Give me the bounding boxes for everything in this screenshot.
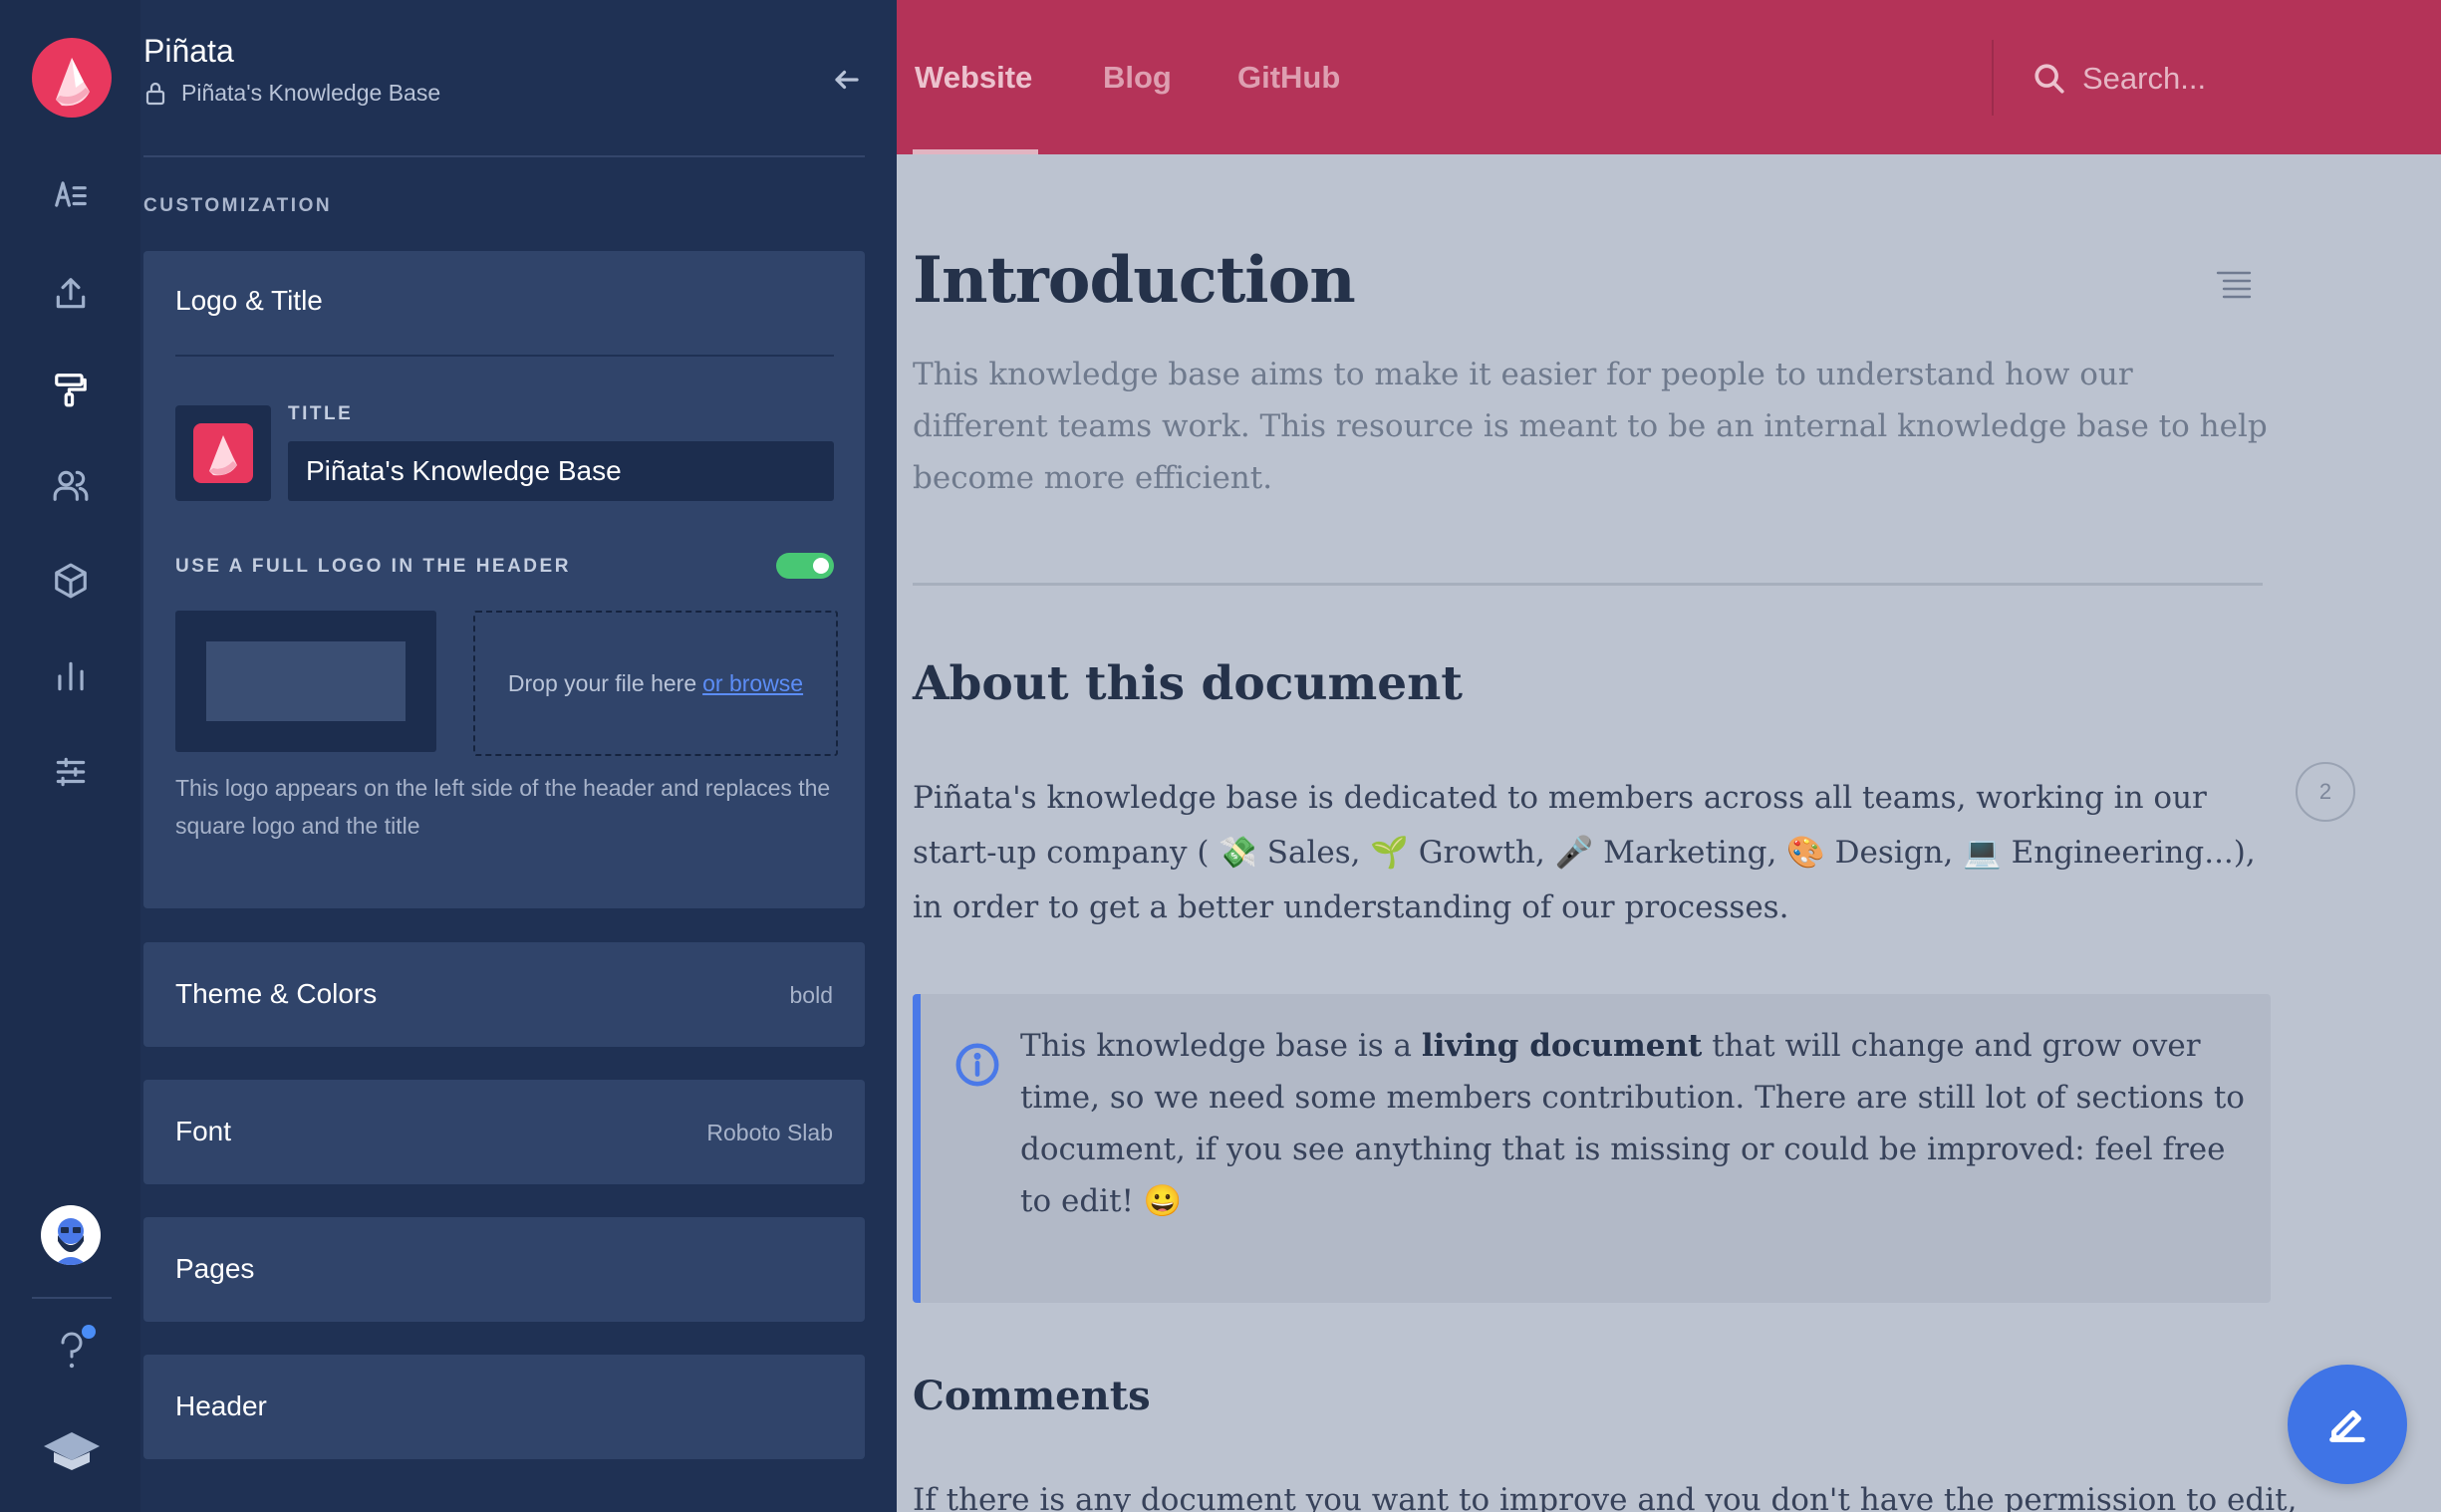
font-value: Roboto Slab bbox=[706, 1120, 833, 1145]
tab-blog[interactable]: Blog bbox=[1103, 60, 1172, 96]
active-tab-indicator bbox=[913, 149, 1038, 154]
table-of-contents-icon[interactable] bbox=[2216, 269, 2252, 299]
analytics-icon[interactable] bbox=[38, 643, 104, 709]
callout-bold: living document bbox=[1421, 1028, 1703, 1064]
info-callout: This knowledge base is a living document… bbox=[913, 994, 2271, 1303]
site-header: Website Blog GitHub bbox=[897, 0, 2441, 154]
full-logo-preview bbox=[175, 611, 436, 752]
search-input[interactable] bbox=[2082, 56, 2421, 102]
title-input[interactable] bbox=[288, 441, 834, 501]
theme-colors-card[interactable]: Theme & Colors bold bbox=[143, 942, 865, 1047]
space-name-row: Piñata's Knowledge Base bbox=[143, 80, 440, 107]
tab-website[interactable]: Website bbox=[915, 60, 1032, 96]
card-title-header: Header bbox=[175, 1390, 267, 1421]
section-label: CUSTOMIZATION bbox=[143, 195, 333, 216]
comments-paragraph: If there is any document you want to imp… bbox=[913, 1482, 2298, 1512]
content-icon[interactable] bbox=[38, 161, 104, 227]
notification-dot bbox=[82, 1325, 96, 1339]
space-logo[interactable] bbox=[32, 38, 112, 118]
browse-link[interactable]: or browse bbox=[702, 670, 803, 697]
logo-title-card: Logo & Title TITLE USE A FULL LOGO IN TH… bbox=[143, 251, 865, 908]
page-title: Introduction bbox=[913, 243, 1356, 318]
comment-count-badge[interactable]: 2 bbox=[2296, 762, 2355, 822]
integrations-icon[interactable] bbox=[38, 548, 104, 614]
search-icon[interactable] bbox=[2033, 62, 2066, 96]
app-name: Piñata bbox=[143, 33, 234, 69]
site-preview: Website Blog GitHub Introduction This kn… bbox=[897, 0, 2441, 1512]
section-heading-about: About this document bbox=[913, 656, 1463, 711]
panel-divider bbox=[143, 155, 865, 157]
pencil-icon bbox=[2329, 1410, 2365, 1442]
about-paragraph: Piñata's knowledge base is dedicated to … bbox=[913, 780, 2256, 925]
info-icon bbox=[954, 1042, 1000, 1088]
members-icon[interactable] bbox=[38, 452, 104, 518]
help-icon[interactable] bbox=[50, 1325, 96, 1375]
font-card[interactable]: Font Roboto Slab bbox=[143, 1080, 865, 1184]
avatar[interactable] bbox=[41, 1205, 101, 1265]
title-field-label: TITLE bbox=[288, 403, 354, 424]
header-divider bbox=[1992, 40, 1994, 116]
lock-icon bbox=[145, 82, 165, 105]
full-logo-label: USE A FULL LOGO IN THE HEADER bbox=[175, 556, 571, 577]
header-card[interactable]: Header bbox=[143, 1355, 865, 1459]
back-arrow-icon[interactable] bbox=[825, 60, 869, 100]
callout-text-start: This knowledge base is a bbox=[1020, 1028, 1422, 1064]
tab-github[interactable]: GitHub bbox=[1237, 60, 1340, 96]
customize-icon[interactable] bbox=[38, 357, 104, 422]
rail-divider bbox=[32, 1297, 112, 1299]
full-logo-toggle[interactable] bbox=[776, 553, 834, 579]
logo-help-text: This logo appears on the left side of th… bbox=[175, 775, 831, 839]
card-title-theme: Theme & Colors bbox=[175, 978, 378, 1009]
page-description: This knowledge base aims to make it easi… bbox=[913, 357, 2268, 496]
toggle-knob bbox=[813, 558, 829, 574]
theme-value: bold bbox=[789, 982, 833, 1008]
pinata-logo-icon bbox=[193, 423, 253, 483]
logo-placeholder bbox=[206, 641, 406, 721]
card-title-font: Font bbox=[175, 1116, 232, 1146]
square-logo-upload[interactable] bbox=[175, 405, 271, 501]
card-divider bbox=[175, 355, 834, 357]
space-name: Piñata's Knowledge Base bbox=[181, 80, 441, 106]
pages-card[interactable]: Pages bbox=[143, 1217, 865, 1322]
content-divider bbox=[913, 583, 2263, 586]
academy-icon[interactable] bbox=[40, 1424, 104, 1476]
publish-icon[interactable] bbox=[38, 261, 104, 327]
section-heading-comments: Comments bbox=[913, 1373, 1151, 1419]
logo-dropzone[interactable]: Drop your file here or browse bbox=[473, 611, 838, 756]
callout-text: This knowledge base is a living document… bbox=[1020, 1020, 2246, 1227]
settings-icon[interactable] bbox=[38, 739, 104, 805]
edit-button[interactable] bbox=[2288, 1365, 2407, 1484]
card-title-logo-title[interactable]: Logo & Title bbox=[175, 285, 323, 317]
drop-text: Drop your file here bbox=[507, 669, 697, 696]
nav-rail bbox=[0, 0, 140, 1512]
card-title-pages: Pages bbox=[175, 1253, 255, 1284]
customization-panel: Piñata Piñata's Knowledge Base CUSTOMIZA… bbox=[140, 0, 897, 1512]
